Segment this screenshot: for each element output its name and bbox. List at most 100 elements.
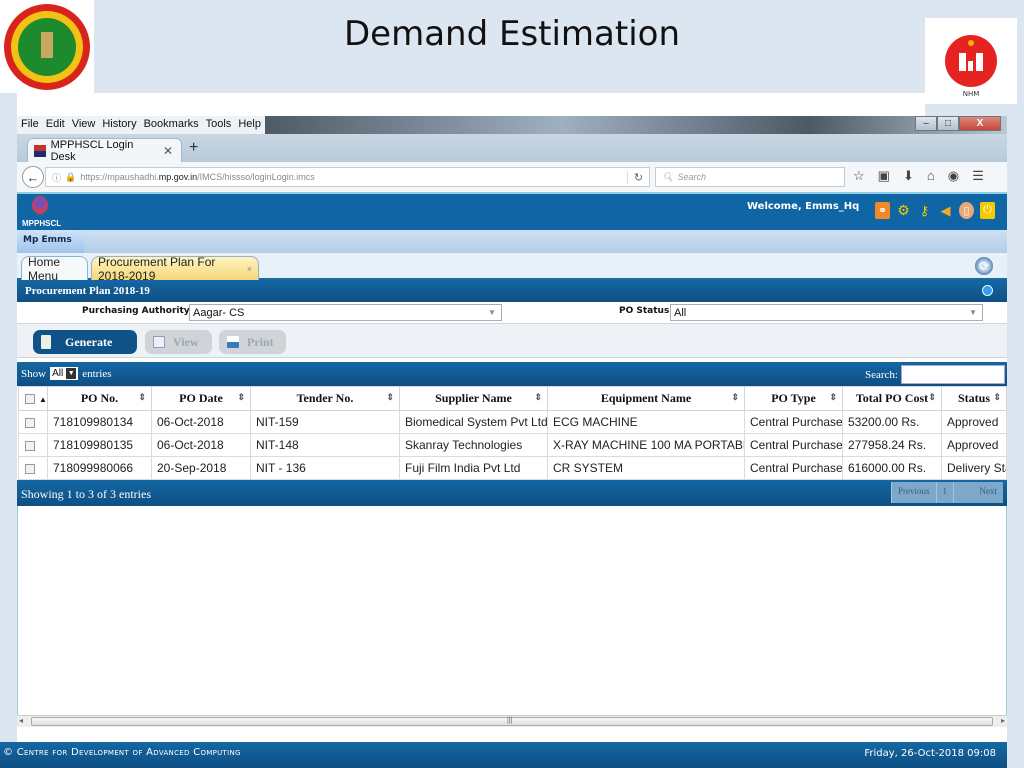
hamburger-menu-icon[interactable]: ☰ xyxy=(972,168,984,184)
next-page-button[interactable]: Next xyxy=(953,482,1003,503)
menu-history[interactable]: History xyxy=(102,118,136,132)
row-checkbox[interactable] xyxy=(25,463,35,474)
column-equipment-name[interactable]: Equipment Name ⇕ xyxy=(547,386,745,411)
generate-button[interactable]: Generate xyxy=(33,330,137,354)
menu-bookmarks[interactable]: Bookmarks xyxy=(144,118,199,132)
table-row[interactable]: 718099980066 20-Sep-2018 NIT - 136 Fuji … xyxy=(18,456,1007,480)
pagination: Previous 1 Next xyxy=(891,482,1003,503)
home-icon[interactable]: ⌂ xyxy=(927,168,935,184)
notification-bell-icon[interactable]: ◀ xyxy=(938,202,953,219)
row-select-cell[interactable] xyxy=(18,433,48,457)
tab-close-icon[interactable]: × xyxy=(247,264,252,274)
supplier-name-cell: Fuji Film India Pvt Ltd xyxy=(399,456,548,480)
sort-icon: ⇕ xyxy=(993,392,1001,402)
nhm-icon: NHM xyxy=(945,35,997,98)
info-icon[interactable]: ⓘ xyxy=(52,171,61,184)
horizontal-scrollbar[interactable]: ◂ ||| ▸ xyxy=(17,715,1007,727)
menu-help[interactable]: Help xyxy=(238,118,261,132)
refresh-icon[interactable]: ⟳ xyxy=(975,257,993,275)
menu-tools[interactable]: Tools xyxy=(206,118,232,132)
scroll-left-icon[interactable]: ◂ xyxy=(19,716,23,725)
browser-search-input[interactable]: 🔍︎ Search xyxy=(655,167,845,187)
previous-page-button[interactable]: Previous xyxy=(891,482,936,503)
download-icon[interactable]: ⬇ xyxy=(903,168,914,184)
equipment-name-cell: CR SYSTEM xyxy=(547,456,745,480)
row-checkbox[interactable] xyxy=(25,417,35,428)
equipment-name-cell: X-RAY MACHINE 100 MA PORTABLE xyxy=(547,433,745,457)
column-supplier-name[interactable]: Supplier Name ⇕ xyxy=(399,386,548,411)
purchasing-authority-select[interactable]: Aagar- CS ▼ xyxy=(189,304,502,321)
power-logout-icon[interactable]: ⏻ xyxy=(980,202,995,219)
po-date-cell: 06-Oct-2018 xyxy=(151,410,251,434)
po-type-cell: Central Purchase xyxy=(744,456,843,480)
row-select-cell[interactable] xyxy=(18,410,48,434)
row-select-cell[interactable] xyxy=(18,456,48,480)
po-status-select[interactable]: All ▼ xyxy=(670,304,983,321)
scroll-right-icon[interactable]: ▸ xyxy=(1001,716,1005,725)
column-total-po-cost[interactable]: Total PO Cost ⇕ xyxy=(842,386,942,411)
sort-icon: ⇕ xyxy=(731,392,739,402)
row-checkbox[interactable] xyxy=(25,440,35,451)
reading-list-icon[interactable]: ▣ xyxy=(878,168,890,184)
column-status[interactable]: Status ⇕ xyxy=(941,386,1007,411)
select-all-checkbox[interactable] xyxy=(25,394,35,405)
maximize-button[interactable]: □ xyxy=(937,116,959,131)
tender-no-cell: NIT-148 xyxy=(250,433,400,457)
sort-asc-icon: ▲ xyxy=(39,395,47,404)
po-status-label: PO Status xyxy=(619,306,670,316)
column-label: Equipment Name xyxy=(600,391,692,405)
document-icon[interactable]: ▯ xyxy=(959,202,974,219)
key-icon[interactable]: ⚷ xyxy=(917,202,932,219)
supplier-name-cell: Skanray Technologies xyxy=(399,433,548,457)
table-row[interactable]: 718109980135 06-Oct-2018 NIT-148 Skanray… xyxy=(18,433,1007,457)
close-window-button[interactable]: X xyxy=(959,116,1001,131)
sort-icon: ⇕ xyxy=(829,392,837,402)
tab-procurement-plan[interactable]: Procurement Plan For 2018-2019 × xyxy=(91,255,259,283)
menu-file[interactable]: File xyxy=(21,118,39,132)
tab-close-icon[interactable]: ✕ xyxy=(163,144,173,158)
chevron-down-icon: ▼ xyxy=(66,368,77,379)
print-button[interactable]: Print xyxy=(219,330,286,354)
minimize-button[interactable]: – xyxy=(915,116,937,131)
link-icon[interactable]: ⚭ xyxy=(875,202,890,219)
module-tab-mp-emms[interactable]: Mp Emms xyxy=(17,230,84,253)
page-1-button[interactable]: 1 xyxy=(935,482,954,503)
pocket-icon[interactable]: ◉ xyxy=(948,168,959,184)
svg-text:NHM: NHM xyxy=(963,90,980,98)
table-row[interactable]: 718109980134 06-Oct-2018 NIT-159 Biomedi… xyxy=(18,410,1007,434)
settings-gear-icon[interactable]: ⚙ xyxy=(896,202,911,219)
new-tab-button[interactable]: + xyxy=(189,139,198,157)
tab-home-menu[interactable]: Home Menu xyxy=(21,255,88,283)
url-bar[interactable]: ⓘ 🔒 https://mpaushadhi.mp.gov.in/IMCS/hi… xyxy=(45,167,650,187)
column-label: Supplier Name xyxy=(435,391,512,405)
search-placeholder: Search xyxy=(677,172,706,182)
slide-header: Demand Estimation NHM xyxy=(0,0,1024,104)
select-all-header[interactable]: ▲ xyxy=(18,386,48,411)
supplier-name-cell: Biomedical System Pvt Ltd xyxy=(399,410,548,434)
menu-view[interactable]: View xyxy=(72,118,96,132)
app-footer: © Centre for Development of Advanced Com… xyxy=(0,742,1007,768)
view-button[interactable]: View xyxy=(145,330,212,354)
po-date-cell: 06-Oct-2018 xyxy=(151,433,251,457)
reload-icon[interactable]: ↻ xyxy=(627,170,649,184)
welcome-text: Welcome, Emms_Hq xyxy=(747,201,860,212)
table-search-input[interactable] xyxy=(901,365,1005,384)
generate-document-icon xyxy=(41,335,51,349)
column-po-date[interactable]: PO Date ⇕ xyxy=(151,386,251,411)
column-po-type[interactable]: PO Type ⇕ xyxy=(744,386,843,411)
total-po-cost-cell: 277958.24 Rs. xyxy=(842,433,942,457)
back-button[interactable]: ← xyxy=(22,166,44,188)
browser-tab[interactable]: MPPHSCL Login Desk ✕ xyxy=(27,138,182,163)
copyright-text: © Centre for Development of Advanced Com… xyxy=(3,747,241,758)
lock-warning-icon[interactable]: 🔒 xyxy=(65,172,76,183)
entries-per-page-select[interactable]: All ▼ xyxy=(50,367,79,380)
bookmark-star-icon[interactable]: ☆ xyxy=(853,168,865,184)
column-tender-no[interactable]: Tender No. ⇕ xyxy=(250,386,400,411)
navigation-bar: ← ⓘ 🔒 https://mpaushadhi.mp.gov.in/IMCS/… xyxy=(17,162,1007,194)
collapse-panel-icon[interactable] xyxy=(982,285,993,296)
footer-datetime: Friday, 26-Oct-2018 09:08 xyxy=(864,748,996,759)
menu-edit[interactable]: Edit xyxy=(46,118,65,132)
column-label: PO No. xyxy=(80,391,119,405)
column-po-no[interactable]: PO No. ⇕ xyxy=(47,386,152,411)
panel-title: Procurement Plan 2018-19 xyxy=(25,285,150,297)
